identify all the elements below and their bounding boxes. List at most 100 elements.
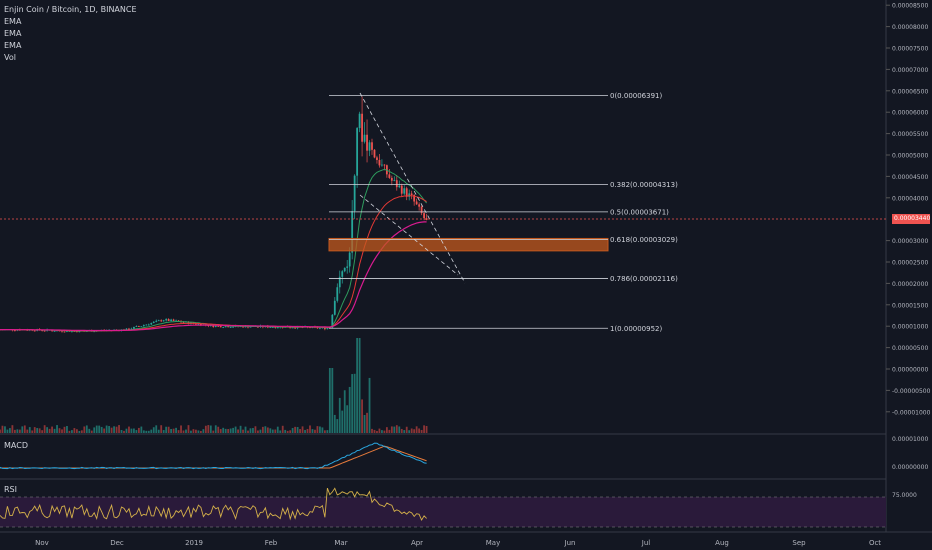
volume-bar xyxy=(306,428,309,433)
price-chart[interactable]: 0.00008500 0.00008000 0.00007500 0.00007000… xyxy=(0,0,932,550)
price-tick-label: 0.00000000 xyxy=(892,367,928,374)
volume-bar xyxy=(28,427,31,433)
volume-bar xyxy=(296,427,299,433)
volume-bar xyxy=(48,428,51,433)
candle-body xyxy=(167,319,170,321)
volume-bar xyxy=(418,428,421,433)
candle-body xyxy=(269,327,272,328)
volume-bar xyxy=(239,425,242,433)
volume-bar xyxy=(152,427,155,433)
volume-bar xyxy=(4,426,6,433)
volume-bar xyxy=(38,428,41,433)
candle-body xyxy=(388,174,391,178)
volume-bar xyxy=(78,430,81,433)
volume-bar xyxy=(373,429,376,433)
fib-level-label: 0.786(0.00002116) xyxy=(610,275,678,283)
time-tick-label: Oct xyxy=(869,539,881,547)
candle-body xyxy=(140,326,143,327)
volume-bar xyxy=(309,425,311,433)
volume-bar xyxy=(209,425,212,433)
ema-indicator-1[interactable]: EMA xyxy=(4,16,137,28)
volume-bar xyxy=(0,429,1,433)
candle-body xyxy=(150,322,153,325)
support-zone[interactable] xyxy=(328,237,609,252)
volume-bar xyxy=(408,430,411,433)
candle-body xyxy=(398,185,401,188)
volume-bar xyxy=(289,430,292,433)
volume-bar xyxy=(232,427,235,433)
volume-bar xyxy=(93,427,96,433)
volume-bar xyxy=(147,430,150,433)
volume-bar xyxy=(343,390,346,433)
volume-bar xyxy=(366,412,368,433)
price-tick-label: 0.00007500 xyxy=(892,46,928,53)
volume-bar xyxy=(145,430,148,433)
volume-bar xyxy=(403,430,406,433)
time-tick-label: Nov xyxy=(35,539,49,547)
volume-bar xyxy=(393,426,396,433)
volume-bar xyxy=(142,430,145,433)
symbol-title[interactable]: Enjin Coin / Bitcoin, 1D, BINANCE xyxy=(4,4,137,16)
volume-bar xyxy=(182,430,185,433)
rsi-label[interactable]: RSI xyxy=(4,485,17,494)
volume-bar xyxy=(224,428,227,433)
macd-tick-label: 0.00001000 xyxy=(892,436,928,443)
ema-indicator-2[interactable]: EMA xyxy=(4,28,137,40)
volume-bar xyxy=(170,428,173,433)
candle-body xyxy=(224,326,227,328)
volume-bar xyxy=(1,425,4,433)
volume-bar xyxy=(247,430,249,433)
fib-level-label: 1(0.00000952) xyxy=(610,325,662,333)
volume-bar xyxy=(167,426,170,433)
volume-bar xyxy=(16,429,19,433)
candle-body xyxy=(165,319,168,321)
volume-bar xyxy=(371,428,373,433)
volume-bar xyxy=(316,426,319,433)
price-tick-label: 0.00007000 xyxy=(892,67,928,74)
volume-bar xyxy=(415,426,418,433)
candle-body xyxy=(319,327,321,329)
fib-level-label: 0.382(0.00004313) xyxy=(610,181,678,189)
volume-bar xyxy=(413,429,416,433)
volume-bar xyxy=(405,426,408,433)
volume-bar xyxy=(41,430,44,433)
volume-bar xyxy=(237,429,239,433)
candle-body xyxy=(366,134,368,151)
volume-indicator[interactable]: Vol xyxy=(4,52,137,64)
volume-bar xyxy=(348,386,351,433)
candle-body xyxy=(348,252,351,267)
volume-bar xyxy=(423,425,425,433)
current-price-badge: 0.00003440 xyxy=(892,214,931,224)
volume-bar xyxy=(331,368,334,433)
volume-bar xyxy=(276,426,279,433)
volume-bar xyxy=(376,430,378,433)
candle-body xyxy=(33,330,36,332)
volume-bar xyxy=(31,430,34,433)
candle-body xyxy=(395,180,398,188)
volume-bar xyxy=(356,338,359,433)
volume-bar xyxy=(234,426,237,433)
volume-bar xyxy=(311,429,314,433)
price-tick-label: 0.00001500 xyxy=(892,302,928,309)
candle-body xyxy=(137,326,140,327)
volume-bar xyxy=(108,426,111,433)
candle-body xyxy=(390,177,393,181)
volume-bar xyxy=(172,428,175,433)
candle-body xyxy=(415,201,418,205)
chart-legend: Enjin Coin / Bitcoin, 1D, BINANCE EMA EM… xyxy=(4,4,137,64)
price-tick-label: -0.00000500 xyxy=(892,388,931,395)
time-tick-label: Dec xyxy=(110,539,124,547)
volume-bar xyxy=(133,428,135,433)
volume-bar xyxy=(120,429,123,433)
ema-indicator-3[interactable]: EMA xyxy=(4,40,137,52)
candle-body xyxy=(172,319,175,321)
macd-label[interactable]: MACD xyxy=(4,441,28,450)
volume-bar xyxy=(18,429,21,433)
candle-body xyxy=(53,331,56,332)
volume-bar xyxy=(130,428,133,433)
time-tick-label: 2019 xyxy=(185,539,203,547)
volume-bar xyxy=(118,425,120,433)
volume-bar xyxy=(252,428,254,433)
volume-bar xyxy=(254,426,257,433)
volume-bar xyxy=(363,414,366,433)
